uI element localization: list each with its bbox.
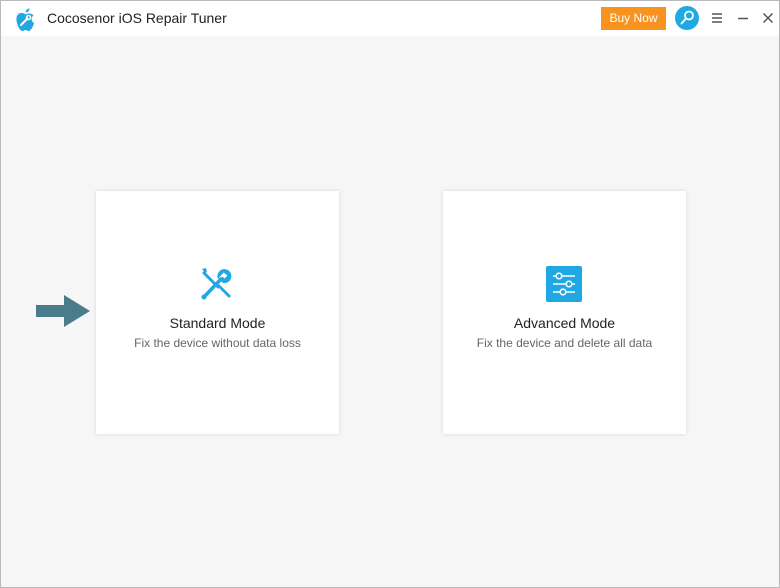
title-bar: Cocosenor iOS Repair Tuner Buy Now xyxy=(1,1,779,36)
close-icon xyxy=(762,12,774,24)
advanced-mode-card[interactable]: Advanced Mode Fix the device and delete … xyxy=(443,191,686,434)
buy-now-button[interactable]: Buy Now xyxy=(601,7,666,30)
advanced-mode-description: Fix the device and delete all data xyxy=(476,336,653,350)
app-window: Cocosenor iOS Repair Tuner Buy Now Stand… xyxy=(0,0,780,588)
advanced-mode-title: Advanced Mode xyxy=(513,315,616,331)
standard-mode-card[interactable]: Standard Mode Fix the device without dat… xyxy=(96,191,339,434)
minimize-icon xyxy=(738,17,748,20)
search-key-button[interactable] xyxy=(675,6,699,30)
wrench-screwdriver-icon xyxy=(201,268,232,300)
standard-mode-title: Standard Mode xyxy=(169,315,266,331)
hamburger-menu-icon xyxy=(712,13,722,23)
menu-button[interactable] xyxy=(708,9,726,27)
selection-arrow-icon xyxy=(36,295,90,327)
close-button[interactable] xyxy=(759,9,777,27)
standard-mode-description: Fix the device without data loss xyxy=(134,336,301,350)
sliders-panel-icon xyxy=(546,266,582,302)
app-title: Cocosenor iOS Repair Tuner xyxy=(47,10,227,26)
magnifier-key-icon xyxy=(680,10,694,25)
app-logo-icon xyxy=(11,6,39,34)
minimize-button[interactable] xyxy=(734,9,752,27)
